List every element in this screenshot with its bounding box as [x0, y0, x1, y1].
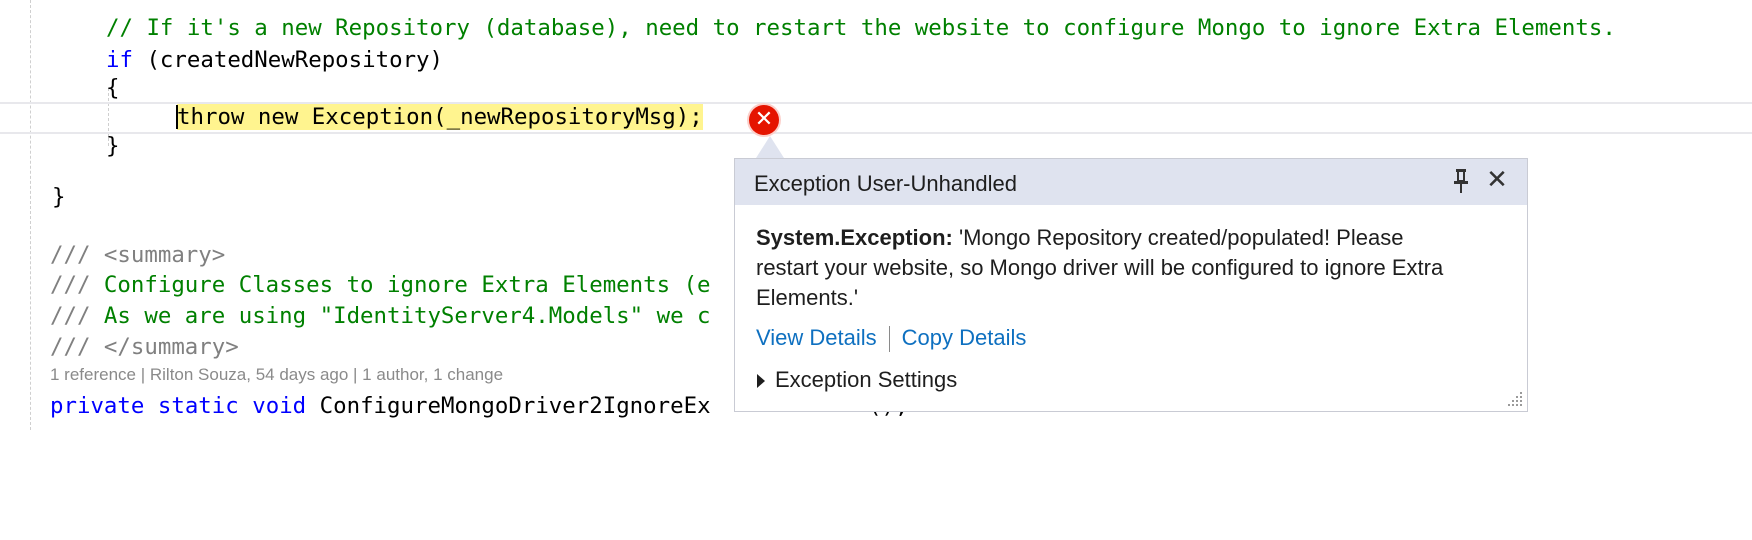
error-x-icon[interactable]: ✕	[749, 105, 779, 135]
keyword-if: if	[106, 47, 133, 73]
popup-links: View Details Copy Details	[756, 325, 1027, 353]
view-details-link[interactable]: View Details	[756, 325, 877, 350]
indent-guide	[30, 0, 31, 430]
resize-grip-icon[interactable]	[1504, 388, 1524, 408]
code-method-close-brace: }	[52, 184, 66, 210]
exception-type: System.Exception:	[756, 225, 953, 250]
popup-title: Exception User-Unhandled	[754, 171, 1017, 196]
close-icon[interactable]: ✕	[1482, 165, 1512, 195]
copy-details-link[interactable]: Copy Details	[902, 325, 1027, 350]
link-separator	[888, 326, 890, 353]
pin-icon[interactable]	[1451, 167, 1471, 195]
exception-message: System.Exception: 'Mongo Repository crea…	[756, 225, 1444, 310]
code-close-brace: }	[106, 133, 120, 159]
exception-settings-label: Exception Settings	[775, 367, 958, 392]
popup-header: Exception User-Unhandled ✕	[735, 159, 1527, 205]
exception-settings-expander[interactable]: Exception Settings	[757, 367, 957, 393]
doc-comment-summary-close: /// </summary>	[50, 334, 239, 360]
doc-comment-summary-open: /// <summary>	[50, 242, 226, 268]
exception-popup: Exception User-Unhandled ✕ System.Except…	[734, 158, 1528, 412]
code-open-brace: {	[106, 75, 120, 101]
if-condition: (createdNewRepository)	[132, 47, 444, 73]
doc-comment-line: /// As we are using "IdentityServer4.Mod…	[50, 303, 711, 329]
text-caret	[176, 105, 178, 129]
codelens-info[interactable]: 1 reference | Rilton Souza, 54 days ago …	[50, 365, 503, 385]
code-throw-line[interactable]: throw new Exception(_newRepositoryMsg);	[177, 102, 703, 132]
method-declaration: private static void ConfigureMongoDriver…	[50, 393, 711, 419]
doc-comment-line: /// Configure Classes to ignore Extra El…	[50, 272, 711, 298]
code-comment-line: // If it's a new Repository (database), …	[106, 15, 1616, 41]
current-statement-highlight: throw new Exception(_newRepositoryMsg);	[177, 104, 703, 130]
triangle-right-icon	[757, 374, 765, 389]
popup-pointer	[756, 136, 784, 158]
code-if-line: if (createdNewRepository)	[106, 45, 443, 75]
